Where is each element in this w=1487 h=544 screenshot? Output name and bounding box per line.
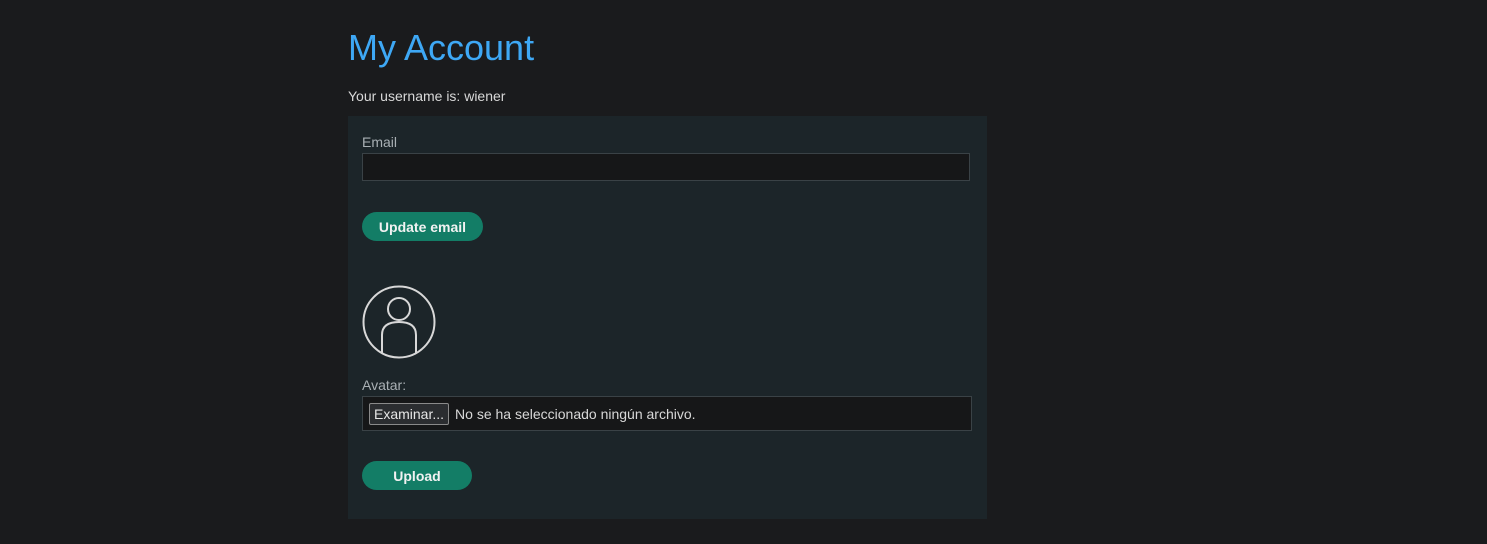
user-avatar-icon (362, 285, 436, 359)
upload-button[interactable]: Upload (362, 461, 472, 490)
avatar-label: Avatar: (362, 377, 407, 393)
file-status-text: No se ha seleccionado ningún archivo. (455, 405, 696, 422)
email-label: Email (362, 134, 398, 150)
email-field[interactable] (362, 153, 970, 181)
username-text: Your username is: wiener (348, 88, 506, 104)
avatar-file-input[interactable]: Examinar... No se ha seleccionado ningún… (362, 396, 972, 431)
update-email-button[interactable]: Update email (362, 212, 483, 241)
account-panel: Email Update email Avatar: Examinar... N… (348, 116, 987, 519)
page-title: My Account (348, 27, 535, 68)
browse-file-button[interactable]: Examinar... (369, 402, 450, 425)
